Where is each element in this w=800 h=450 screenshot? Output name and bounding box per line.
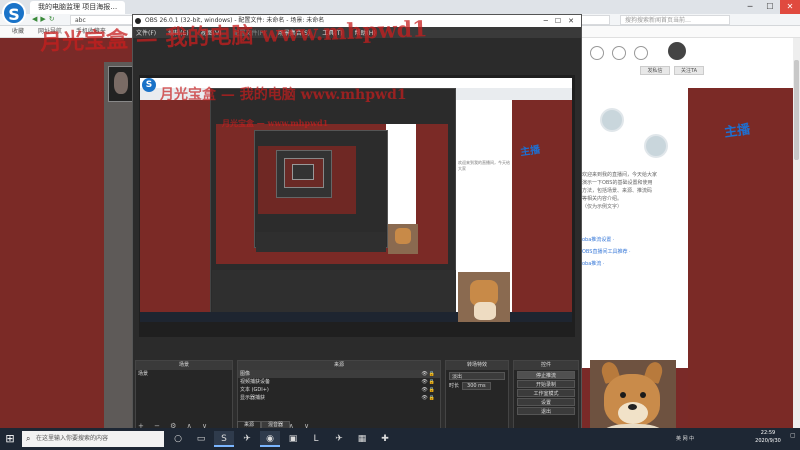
controls-dock: 控件 停止推流 开始录制 工作室模式 设置 退出 [513, 360, 579, 433]
dog-nose [628, 404, 637, 410]
browser-window-controls: ─ ☐ ✕ [740, 0, 800, 14]
avatar-figure [114, 72, 128, 94]
source-name: 显示器捕获 [240, 395, 266, 401]
captured-text: 欢迎来到我的直播间，今天给大家 [458, 160, 510, 171]
duration-label: 时长 [449, 383, 460, 389]
description-line: 欢迎来到我的直播间，今天给大家 [582, 172, 658, 178]
notification-center-icon[interactable]: ▢ [790, 432, 798, 446]
taskbar-search-input[interactable]: 在这里输入你要搜索的内容 [22, 431, 164, 447]
source-item[interactable]: 视频捕获设备 👁🔒 [238, 378, 440, 386]
app-icon[interactable]: ✚ [375, 431, 395, 447]
visibility-lock-icon[interactable]: 👁🔒 [421, 370, 436, 378]
browser-logo-icon: S [2, 1, 26, 25]
profile-avatar[interactable] [600, 108, 624, 132]
scenes-dock: 场景 场景 + − ⚙ ∧ ∨ [135, 360, 233, 433]
sources-title: 来源 [238, 361, 440, 370]
source-name: 图像 [240, 371, 251, 377]
taskbar-apps: ○ ▭ S ✈ ◉ ▣ L ✈ ▦ ✚ [168, 431, 398, 447]
profile-avatar[interactable] [644, 134, 668, 158]
clock-date: 2020/9/30 [755, 438, 781, 444]
history-icon[interactable] [634, 46, 648, 60]
captured-docks [212, 270, 456, 312]
app-icon[interactable]: ✈ [329, 431, 349, 447]
follow-button[interactable]: 关注TA [674, 66, 704, 75]
description-line: （仅为示例文字） [582, 204, 623, 210]
exit-button[interactable]: 退出 [517, 407, 575, 415]
browser-search-input[interactable]: 搜狗搜索新闻首页当前… [620, 15, 730, 25]
visibility-lock-icon[interactable]: 👁🔒 [421, 378, 436, 386]
captured-browser-logo-icon: S [142, 78, 156, 92]
watermark-text: 月光宝盒 — www.mhpwd1 [222, 118, 329, 128]
obs-window-controls[interactable]: ─☐✕ [544, 15, 581, 27]
cortana-icon[interactable]: ○ [168, 431, 188, 447]
transitions-title: 转场特效 [446, 361, 508, 370]
obs-docks: 场景 场景 + − ⚙ ∧ ∨ 来源 图像 👁🔒 视频捕获设备 👁🔒 文本 (GDI… [133, 360, 581, 435]
transition-duration: 时长 300 ms [449, 382, 505, 390]
page-background-left [0, 62, 104, 428]
clock-time: 22:59 [760, 430, 776, 436]
task-view-icon[interactable]: ▭ [191, 431, 211, 447]
source-item[interactable]: 显示器捕获 👁🔒 [238, 394, 440, 402]
bookmark-item[interactable]: 收藏 [12, 28, 24, 35]
close-icon[interactable]: ✕ [780, 0, 800, 14]
message-button[interactable]: 发私信 [640, 66, 670, 75]
scenes-title: 场景 [136, 361, 232, 370]
page-background-right [688, 88, 800, 428]
watermark-text: 月光宝盒 — 我的电脑 www.mhpwd1 [160, 87, 407, 103]
source-name: 文本 (GDI+) [240, 387, 269, 393]
app-icon[interactable]: ▦ [352, 431, 372, 447]
captured-sticker: 主播 [519, 144, 541, 159]
controls-title: 控件 [514, 361, 578, 370]
tray-icons[interactable]: 英 网 中 [676, 435, 694, 442]
dog-body-mini [474, 302, 496, 320]
message-icon[interactable] [612, 46, 626, 60]
app-icon[interactable]: ▣ [283, 431, 303, 447]
minimize-icon[interactable]: ─ [740, 0, 760, 14]
related-link[interactable]: oba推流设置 · [582, 236, 686, 243]
browser-tab[interactable]: 我的电脑监理 项目海报… [30, 0, 126, 14]
source-name: 视频捕获设备 [240, 379, 271, 385]
windows-start-icon[interactable]: ⊞ [2, 431, 18, 447]
transitions-dock: 转场特效 淡出 时长 300 ms [445, 360, 509, 433]
obs-icon[interactable]: ◉ [260, 431, 280, 447]
maximize-icon[interactable]: ☐ [760, 0, 780, 14]
dog-eye [640, 392, 646, 398]
right-content-panel [580, 88, 688, 368]
scrollbar-thumb[interactable] [794, 60, 799, 160]
settings-button[interactable]: 设置 [517, 398, 575, 406]
taskbar-clock[interactable]: 22:59 2020/9/30 [748, 429, 788, 445]
captured-dog-cam [458, 272, 510, 322]
left-panel [104, 62, 134, 428]
sogou-browser-icon[interactable]: S [214, 431, 234, 447]
description-line: 方法，包括场景、来源、推流码 [582, 188, 653, 194]
visibility-lock-icon[interactable]: 👁🔒 [421, 386, 436, 394]
search-icon: ⌕ [26, 434, 31, 443]
app-icon[interactable]: L [306, 431, 326, 447]
stop-streaming-button[interactable]: 停止推流 [517, 371, 575, 379]
user-avatar[interactable] [668, 42, 686, 60]
source-item[interactable]: 图像 👁🔒 [238, 370, 440, 378]
related-link[interactable]: oba推流 · [582, 260, 686, 267]
sticker-label: 主播 [723, 122, 752, 141]
studio-mode-button[interactable]: 工作室模式 [517, 389, 575, 397]
source-item[interactable]: 文本 (GDI+) 👁🔒 [238, 386, 440, 394]
description-line: 演示一下OBS的基础设置和使用 [582, 180, 653, 186]
notification-icon[interactable] [590, 46, 604, 60]
right-header [580, 38, 800, 88]
start-recording-button[interactable]: 开始录制 [517, 380, 575, 388]
explorer-icon[interactable]: ✈ [237, 431, 257, 447]
dog-head-mini [395, 228, 411, 244]
transition-select[interactable]: 淡出 [449, 372, 505, 380]
description-line: 等相关内容介绍。 [582, 196, 623, 202]
nav-buttons-icon[interactable]: ◀▶↻ [32, 15, 58, 23]
scene-item[interactable]: 场景 [136, 370, 232, 378]
related-link[interactable]: OBS直播间工具推荐 · [582, 248, 686, 255]
dog-eye [620, 392, 626, 398]
captured-obs-5 [292, 164, 314, 180]
captured-dog-cam-2 [388, 224, 418, 254]
captured-docks-2 [256, 232, 386, 252]
duration-input[interactable]: 300 ms [462, 382, 491, 390]
visibility-lock-icon[interactable]: 👁🔒 [421, 394, 436, 402]
